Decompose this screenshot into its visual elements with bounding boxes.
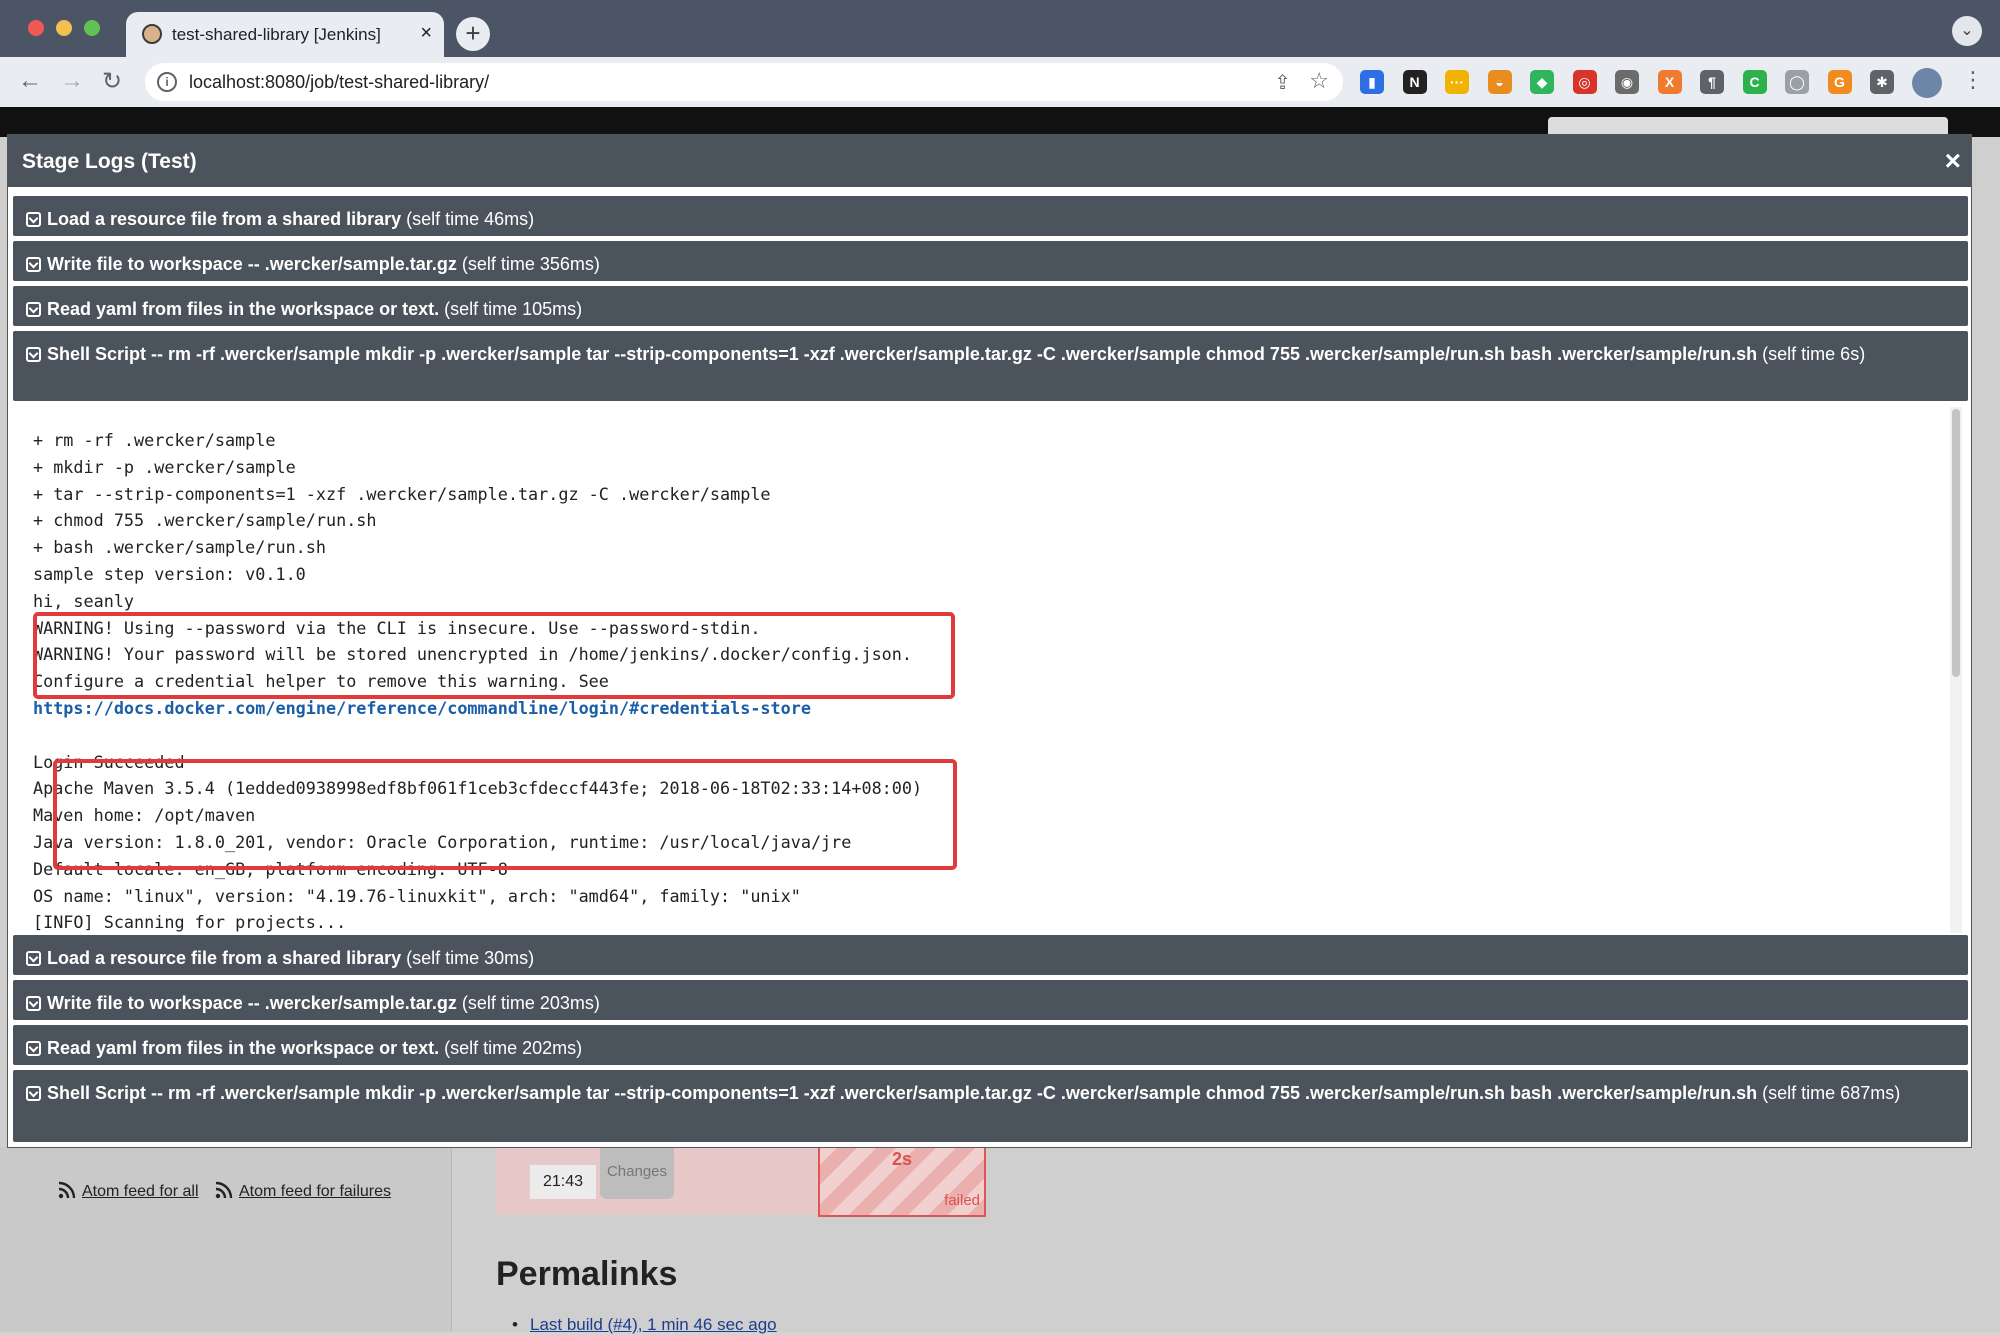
permalinks-heading: Permalinks: [496, 1255, 678, 1293]
collapse-icon[interactable]: [26, 302, 41, 317]
xml-extension-icon[interactable]: X: [1657, 70, 1682, 94]
log-step[interactable]: Read yaml from files in the workspace or…: [13, 1025, 1968, 1065]
glasses-extension-icon[interactable]: ◉: [1615, 70, 1639, 94]
warning-highlight-box: [33, 612, 955, 699]
step-name: Read yaml from files in the workspace or…: [47, 299, 440, 319]
failed-label: failed: [944, 1192, 980, 1209]
close-window-button[interactable]: [28, 20, 44, 36]
address-url[interactable]: localhost:8080/job/test-shared-library/: [189, 72, 489, 93]
step-time: (self time 687ms): [1757, 1083, 1901, 1103]
failed-duration: 2s: [892, 1149, 913, 1169]
dots-extension-icon[interactable]: ···: [1445, 70, 1469, 94]
address-bar[interactable]: i localhost:8080/job/test-shared-library…: [145, 63, 1343, 101]
minimize-window-button[interactable]: [56, 20, 72, 36]
collapse-icon[interactable]: [26, 996, 41, 1011]
step-time: (self time 202ms): [439, 1038, 583, 1058]
profile-avatar[interactable]: [1912, 68, 1942, 98]
step-name: Read yaml from files in the workspace or…: [47, 1038, 440, 1058]
collapse-icon[interactable]: [26, 212, 41, 227]
log-step[interactable]: Write file to workspace -- .wercker/samp…: [13, 980, 1968, 1020]
bookmark-star-icon[interactable]: ☆: [1309, 68, 1329, 94]
evernote-extension-icon[interactable]: ◆: [1530, 70, 1554, 94]
site-info-icon[interactable]: i: [157, 72, 177, 92]
atom-feed-all-link[interactable]: Atom feed for all: [82, 1183, 199, 1200]
tab-search-chevron-icon[interactable]: ⌄: [1952, 16, 1982, 46]
puzzle-extension-icon[interactable]: ✱: [1870, 70, 1894, 94]
maximize-window-button[interactable]: [84, 20, 100, 36]
notion-extension-icon[interactable]: N: [1402, 70, 1427, 94]
modal-title: Stage Logs (Test): [22, 150, 197, 173]
log-step[interactable]: Load a resource file from a shared libra…: [13, 935, 1968, 975]
browser-menu-icon[interactable]: ⋮: [1962, 67, 1984, 93]
step-time: (self time 356ms): [456, 254, 600, 274]
step-time: (self time 203ms): [456, 993, 600, 1013]
maven-highlight-box: [53, 759, 957, 870]
step-name: Load a resource file from a shared libra…: [47, 209, 402, 229]
pilcrow-extension-icon[interactable]: ¶: [1700, 70, 1724, 94]
collapse-icon[interactable]: [26, 257, 41, 272]
step-time: (self time 46ms): [401, 209, 535, 229]
failed-stage-cell[interactable]: 2s failed: [818, 1145, 986, 1217]
browser-tab-active[interactable]: test-shared-library [Jenkins] ×: [126, 12, 444, 57]
step-name: Shell Script -- rm -rf .wercker/sample m…: [47, 1083, 1758, 1103]
log-scrollbar-thumb[interactable]: [1952, 409, 1960, 677]
credentials-store-link[interactable]: https://docs.docker.com/engine/reference…: [33, 698, 811, 718]
g-extension-icon[interactable]: G: [1827, 70, 1852, 94]
step-name: Load a resource file from a shared libra…: [47, 948, 402, 968]
log-step[interactable]: Load a resource file from a shared libra…: [13, 196, 1968, 236]
collapse-icon[interactable]: [26, 951, 41, 966]
modal-header: Stage Logs (Test) ×: [8, 135, 1971, 187]
step-time: (self time 30ms): [401, 948, 535, 968]
close-icon[interactable]: ×: [1945, 145, 1961, 177]
log-step[interactable]: Read yaml from files in the workspace or…: [13, 286, 1968, 326]
bowl-extension-icon[interactable]: ◒: [1487, 70, 1512, 94]
log-step[interactable]: Shell Script -- rm -rf .wercker/sample m…: [13, 1070, 1968, 1142]
log-step[interactable]: Write file to workspace -- .wercker/samp…: [13, 241, 1968, 281]
step-time: (self time 105ms): [439, 299, 583, 319]
new-tab-button[interactable]: +: [456, 17, 490, 51]
collapse-icon[interactable]: [26, 1041, 41, 1056]
atom-feeds: Atom feed for all Atom feed for failures: [58, 1181, 403, 1201]
reload-icon[interactable]: ↻: [102, 67, 122, 96]
forward-arrow-icon[interactable]: →: [60, 67, 84, 95]
collapse-icon[interactable]: [26, 1086, 41, 1101]
step-name: Write file to workspace -- .wercker/samp…: [47, 993, 457, 1013]
tab-title: test-shared-library [Jenkins]: [172, 25, 381, 44]
console-log[interactable]: + rm -rf .wercker/sample + mkdir -p .wer…: [13, 401, 1968, 935]
jenkins-sidebar: [0, 1147, 452, 1332]
collapse-icon[interactable]: [26, 347, 41, 362]
browser-tab-bar: test-shared-library [Jenkins] × + ⌄: [0, 0, 2000, 57]
changes-label[interactable]: Changes: [600, 1147, 674, 1199]
jenkins-favicon-icon: [142, 24, 162, 44]
share-icon[interactable]: ⇪: [1274, 70, 1291, 95]
log-step-expanded[interactable]: Shell Script -- rm -rf .wercker/sample m…: [13, 331, 1968, 401]
back-arrow-icon[interactable]: ←: [18, 67, 42, 95]
atom-feed-failures-link[interactable]: Atom feed for failures: [239, 1183, 391, 1200]
search-badge-extension-icon[interactable]: ◯: [1785, 70, 1809, 94]
log-scrollbar[interactable]: [1950, 407, 1962, 933]
rss-icon: [58, 1181, 76, 1199]
step-name: Shell Script -- rm -rf .wercker/sample m…: [47, 344, 1758, 364]
step-name: Write file to workspace -- .wercker/samp…: [47, 254, 457, 274]
browser-toolbar: ← → ↻ i localhost:8080/job/test-shared-l…: [0, 57, 2000, 107]
last-build-link[interactable]: Last build (#4), 1 min 46 sec ago: [512, 1315, 777, 1335]
tab-close-icon[interactable]: ×: [420, 22, 432, 45]
translate-extension-icon[interactable]: ◎: [1572, 70, 1597, 94]
bar-chart-extension-icon[interactable]: ▮: [1360, 70, 1384, 94]
build-time: 21:43: [530, 1165, 596, 1199]
c-extension-icon[interactable]: C: [1742, 70, 1767, 94]
rss-icon: [215, 1181, 233, 1199]
stage-logs-modal: Stage Logs (Test) × Load a resource file…: [7, 134, 1972, 1148]
step-time: (self time 6s): [1757, 344, 1866, 364]
